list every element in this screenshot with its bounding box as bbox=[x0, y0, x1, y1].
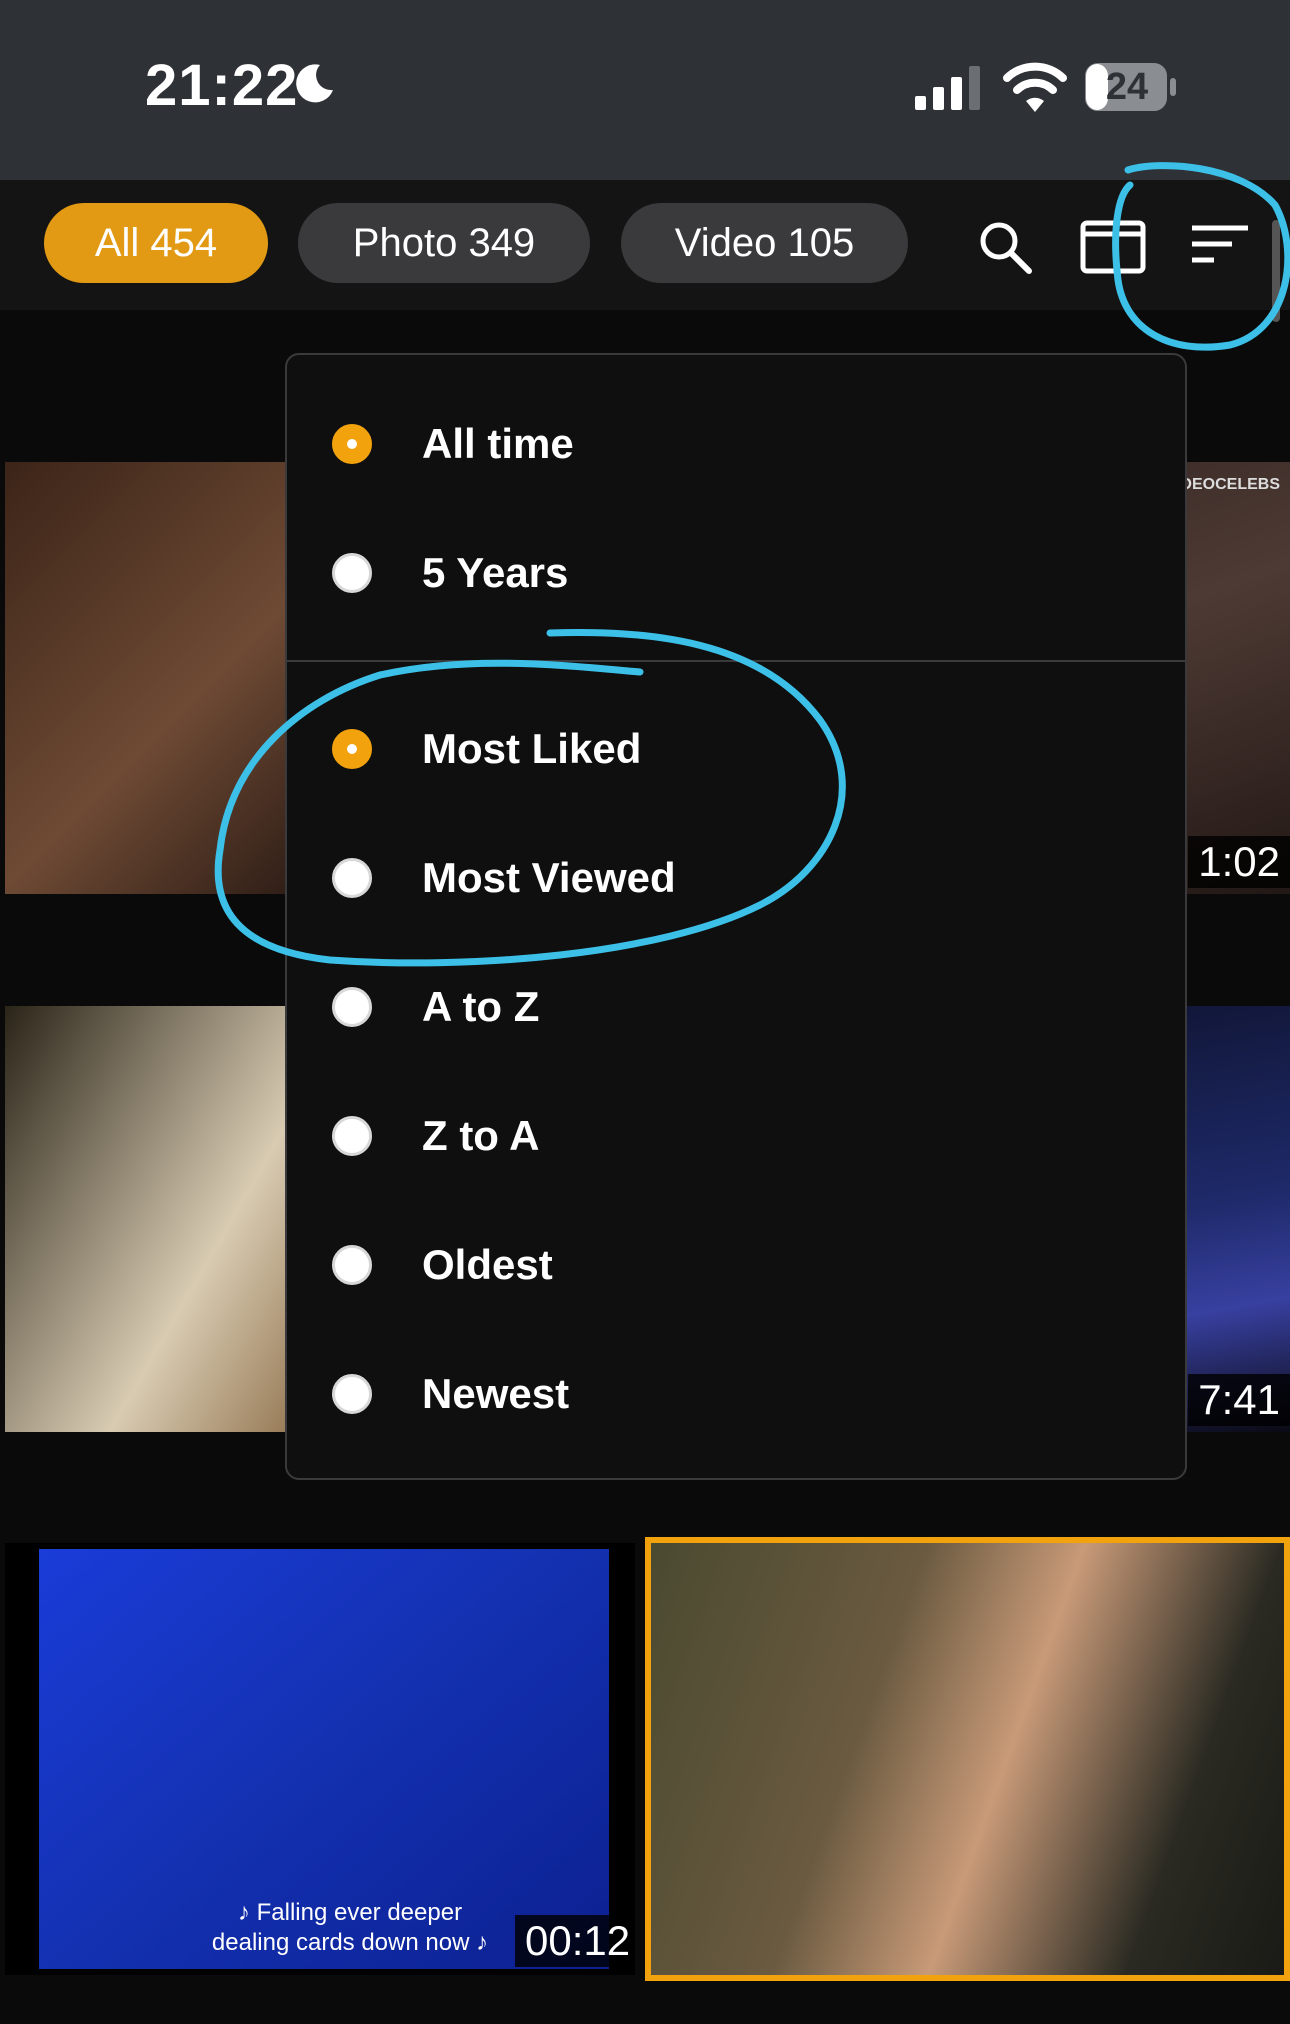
option-label: A to Z bbox=[422, 983, 540, 1030]
option-most-viewed[interactable]: Most Viewed bbox=[332, 838, 676, 918]
clock: 21:22 bbox=[145, 53, 299, 118]
option-label: Oldest bbox=[422, 1241, 553, 1288]
radio-icon bbox=[332, 858, 372, 898]
option-all-time[interactable]: All time bbox=[332, 404, 574, 484]
radio-icon bbox=[332, 1374, 372, 1414]
video-duration: 00:12 bbox=[515, 1915, 635, 1967]
option-label: Most Liked bbox=[422, 725, 642, 772]
filter-all-chip[interactable]: All 454 bbox=[44, 203, 268, 283]
option-5-years[interactable]: 5 Years bbox=[332, 533, 568, 613]
scrollbar[interactable] bbox=[1272, 220, 1280, 322]
option-z-to-a[interactable]: Z to A bbox=[332, 1096, 539, 1176]
moon-icon bbox=[296, 64, 333, 103]
option-newest[interactable]: Newest bbox=[332, 1354, 569, 1434]
sort-dropdown: All time 5 Years Most Liked Most Viewed … bbox=[285, 353, 1187, 1480]
option-label: Z to A bbox=[422, 1112, 540, 1159]
filter-video-chip[interactable]: Video 105 bbox=[621, 203, 908, 283]
sort-icon[interactable] bbox=[1190, 222, 1250, 270]
subtitle-line: ♪ Falling ever deeper bbox=[237, 1899, 463, 1926]
battery-level: 24 bbox=[1105, 66, 1149, 108]
option-oldest[interactable]: Oldest bbox=[332, 1225, 553, 1305]
search-icon[interactable] bbox=[975, 217, 1035, 277]
radio-selected-icon bbox=[332, 424, 372, 464]
status-bar: 21:22 24 bbox=[0, 0, 1290, 180]
subtitle-line: dealing cards down now ♪ bbox=[211, 1929, 489, 1956]
filter-photo-chip[interactable]: Photo 349 bbox=[298, 203, 590, 283]
radio-icon bbox=[332, 553, 372, 593]
media-thumb-6-selected[interactable] bbox=[645, 1537, 1290, 1981]
signal-icon bbox=[915, 66, 980, 110]
option-label: Newest bbox=[422, 1370, 570, 1417]
radio-icon bbox=[332, 987, 372, 1027]
option-label: Most Viewed bbox=[422, 854, 676, 901]
media-thumb-5[interactable]: ♪ Falling ever deeper dealing cards down… bbox=[5, 1543, 635, 1975]
layout-icon[interactable] bbox=[1080, 220, 1146, 274]
option-a-to-z[interactable]: A to Z bbox=[332, 967, 539, 1047]
option-label: All time bbox=[422, 420, 574, 467]
radio-icon bbox=[332, 1116, 372, 1156]
video-duration: 1:02 bbox=[1188, 836, 1290, 888]
wifi-icon bbox=[1003, 62, 1067, 112]
radio-selected-icon bbox=[332, 729, 372, 769]
radio-icon bbox=[332, 1245, 372, 1285]
video-duration: 7:41 bbox=[1188, 1374, 1290, 1426]
divider bbox=[287, 660, 1185, 662]
option-most-liked[interactable]: Most Liked bbox=[332, 709, 641, 789]
option-label: 5 Years bbox=[422, 549, 569, 596]
